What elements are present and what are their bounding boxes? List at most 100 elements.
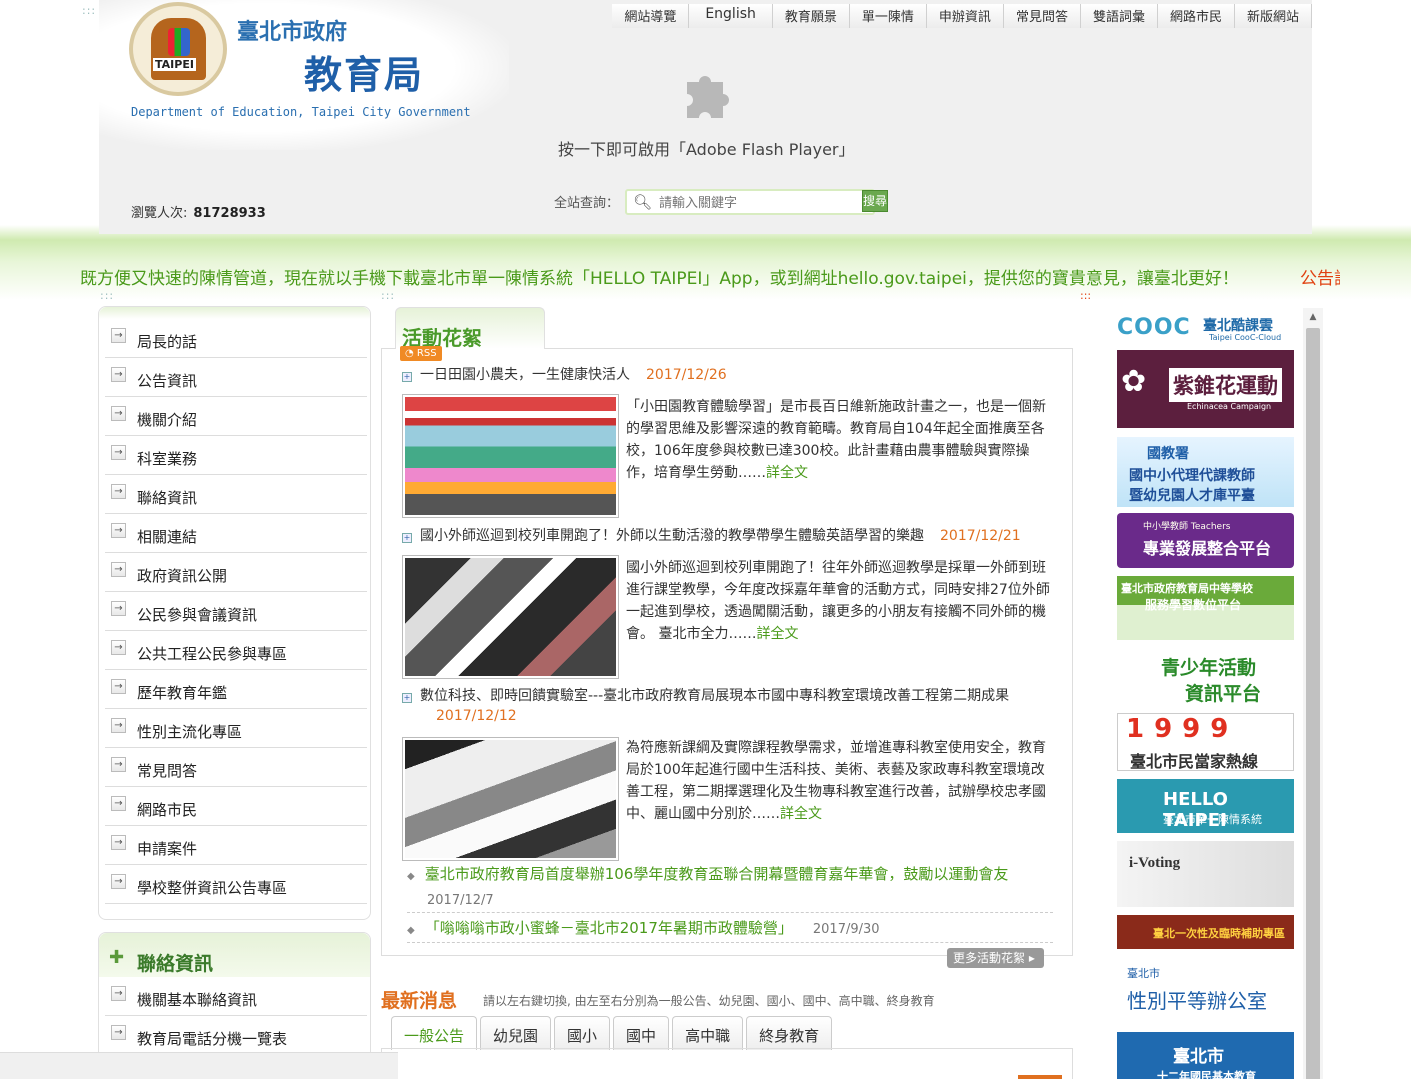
menu-item-links[interactable]: → 相關連結 [105, 514, 367, 553]
search-icon: 🔍︎ [633, 193, 653, 211]
tab-activity[interactable]: 活動花絮 [395, 307, 545, 350]
arrow-icon: → [111, 757, 126, 772]
nav-vision[interactable]: 教育願景 [772, 4, 850, 28]
tab-general[interactable]: 一般公告 [391, 1016, 478, 1050]
banner-youth-activities[interactable]: 青少年活動 資訊平台 [1117, 649, 1294, 707]
latest-news-tabs: 一般公告 幼兒園 國小 國中 高中職 終身教育 [391, 1016, 835, 1050]
sub-news-item-1[interactable]: ◆ 臺北市政府教育局首度舉辦106學年度教育盃聯合開幕暨體育嘉年華會，鼓勵以運動會… [407, 863, 1053, 912]
menu-item-public-works[interactable]: → 公共工程公民參與專區 [105, 631, 367, 670]
search-label: 全站查詢： [554, 196, 620, 211]
latest-news-panel [381, 1048, 1073, 1079]
arrow-icon: → [111, 406, 126, 421]
contact-item-phone-list[interactable]: → 教育局電話分機一覽表 [105, 1016, 367, 1055]
banner-service-learning[interactable]: 臺北市政府教育局中等學校 服務學習數位平台 [1117, 576, 1294, 640]
banner-i-voting[interactable]: i-Voting [1117, 841, 1294, 907]
org-english-name: Department of Education, Taipei City Gov… [131, 105, 471, 119]
menu-item-divisions[interactable]: → 科室業務 [105, 436, 367, 475]
nav-faq[interactable]: 常見問答 [1003, 4, 1081, 28]
nav-citizen[interactable]: 網路市民 [1157, 4, 1235, 28]
menu-item-yearbook[interactable]: → 歷年教育年鑑 [105, 670, 367, 709]
diamond-bullet-icon: ◆ [407, 871, 415, 882]
nav-petition[interactable]: 單一陳情 [849, 4, 927, 28]
menu-item-school-merger[interactable]: → 學校整併資訊公告專區 [105, 865, 367, 904]
search-box: 🔍︎ [625, 189, 875, 215]
arrow-icon: → [111, 367, 126, 382]
plugin-puzzle-icon[interactable] [681, 68, 733, 120]
more-activity-button[interactable]: 更多活動花絮 ▸ [947, 948, 1044, 968]
nav-services[interactable]: 申辦資訊 [926, 4, 1004, 28]
arrow-icon: → [111, 1025, 126, 1040]
bureau-name: 教育局 [304, 53, 425, 97]
banner-12-year-education[interactable]: 臺北市 十二年國民基本教育 [1117, 1032, 1294, 1079]
nav-new-site[interactable]: 新版網站 [1234, 4, 1312, 28]
news-thumbnail-2[interactable] [402, 555, 619, 679]
nav-english[interactable]: English [689, 4, 773, 28]
menu-item-faq[interactable]: → 常見問答 [105, 748, 367, 787]
menu-item-applications[interactable]: → 申請案件 [105, 826, 367, 865]
tab-senior-high[interactable]: 高中職 [672, 1016, 744, 1050]
menu-item-citizen[interactable]: → 網路市民 [105, 787, 367, 826]
latest-news-hint: 請以左右鍵切換, 由左至右分別為一般公告、幼兒園、國小、國中、高中職、終身教育 [483, 994, 935, 1008]
news-bullet-icon: + [402, 533, 412, 543]
menu-item-participation[interactable]: → 公民參與會議資訊 [105, 592, 367, 631]
banner-cooc[interactable]: COOC 臺北酷課雲 Taipei CooC-Cloud [1117, 313, 1294, 343]
news-body-2: 國小外師巡迴到校列車開跑了！往年外師巡迴教學是採單一外師到班進行課堂教學，今年度… [626, 560, 1050, 642]
rss-button[interactable]: ◔ RSS [400, 346, 442, 361]
arrow-icon: → [111, 796, 126, 811]
banner-teacher-development[interactable]: 中小學教師 Teachers 專業發展整合平台 [1117, 513, 1294, 568]
arrow-icon: → [111, 835, 126, 850]
banner-echinacea[interactable]: ✿ 紫錐花運動 Echinacea Campaign [1117, 350, 1294, 428]
tab-elementary[interactable]: 國小 [554, 1016, 611, 1050]
banner-substitute-teachers[interactable]: 國教署 國中小代理代課教師 暨幼兒園人才庫平臺 [1117, 437, 1294, 507]
search-input[interactable] [659, 194, 859, 212]
right-anchor[interactable]: ::: [1080, 289, 1091, 302]
center-anchor[interactable]: ::: [381, 289, 395, 302]
arrow-icon: → [111, 986, 126, 1001]
news-title-1[interactable]: + 一日田園小農夫，一生健康快活人 2017/12/26 [402, 365, 727, 385]
search-button[interactable]: 搜尋 [862, 190, 888, 212]
contact-item-basic[interactable]: → 機關基本聯絡資訊 [105, 977, 367, 1016]
arrow-icon: → [111, 679, 126, 694]
sub-news-item-2[interactable]: ◆ 「嗡嗡嗡市政小蜜蜂－臺北市2017年暑期市政體驗營」 2017/9/30 [407, 917, 1053, 942]
read-more-link[interactable]: 詳全文 [766, 465, 808, 481]
contact-title: 聯絡資訊 [137, 953, 214, 975]
tab-junior-high[interactable]: 國中 [613, 1016, 670, 1050]
news-title-2[interactable]: + 國小外師巡迴到校列車開跑了！外師以生動活潑的教學帶學生體驗英語學習的樂趣 201… [402, 526, 1021, 546]
nav-sitemap[interactable]: 網站導覽 [612, 4, 690, 28]
top-nav: 網站導覽 English 教育願景 單一陳情 申辦資訊 常見問答 雙語詞彙 網路… [612, 4, 1312, 28]
taipei-logo: TAIPEI [129, 2, 227, 96]
arrow-icon: → [111, 445, 126, 460]
read-more-link[interactable]: 詳全文 [756, 626, 798, 642]
news-title-3[interactable]: + 數位科技、即時回饋實驗室---臺北市政府教育局展現本市國中專科教室環境改善工程… [402, 686, 1052, 726]
banner-1999-hotline[interactable]: 1999 臺北市民當家熱線 [1117, 713, 1294, 771]
news-thumbnail-3[interactable] [402, 737, 619, 861]
read-more-link[interactable]: 詳全文 [780, 806, 822, 822]
menu-item-about[interactable]: → 機關介紹 [105, 397, 367, 436]
left-anchor[interactable]: ::: [100, 289, 114, 302]
arrow-icon: → [111, 718, 126, 733]
diamond-bullet-icon: ◆ [407, 925, 415, 936]
news-bullet-icon: + [402, 372, 412, 382]
flash-activate-text[interactable]: 按一下即可啟用「Adobe Flash Player」 [558, 136, 855, 160]
banner-gender-equality[interactable]: 臺北市 性別平等辦公室 [1117, 957, 1294, 1027]
arrow-icon: → [111, 601, 126, 616]
tab-kindergarten[interactable]: 幼兒園 [480, 1016, 552, 1050]
skip-anchor[interactable]: ::: [82, 4, 96, 17]
menu-item-announcements[interactable]: → 公告資訊 [105, 358, 367, 397]
nav-glossary[interactable]: 雙語詞彙 [1080, 4, 1158, 28]
scroll-up-icon[interactable]: ▲ [1303, 308, 1323, 326]
banner-hello-taipei[interactable]: HELLO TAIPEI 臺北市單一陳情系統 [1117, 779, 1294, 833]
scrollbar-thumb[interactable] [1306, 328, 1320, 1079]
news-thumbnail-1[interactable] [402, 394, 619, 518]
announcement-marquee[interactable]: 既方便又快速的陳情管道，現在就以手機下載臺北市單一陳情系統「HELLO TAIP… [0, 264, 1340, 288]
menu-item-contact[interactable]: → 聯絡資訊 [105, 475, 367, 514]
menu-item-director[interactable]: → 局長的話 [105, 319, 367, 358]
menu-item-open-info[interactable]: → 政府資訊公開 [105, 553, 367, 592]
plus-icon: ✚ [109, 947, 125, 968]
news-body-1: 「小田園教育體驗學習」是市長百日維新施政計畫之一，也是一個新的學習思維及影響深遠… [626, 399, 1046, 481]
banner-subsidy[interactable]: 臺北一次性及臨時補助專區 [1117, 915, 1294, 949]
logo-area[interactable]: TAIPEI 臺北市政府 教育局 Department of Education… [99, 0, 509, 150]
horizontal-scrollbar[interactable] [0, 1052, 398, 1079]
tab-lifelong[interactable]: 終身教育 [746, 1016, 833, 1050]
menu-item-gender[interactable]: → 性別主流化專區 [105, 709, 367, 748]
